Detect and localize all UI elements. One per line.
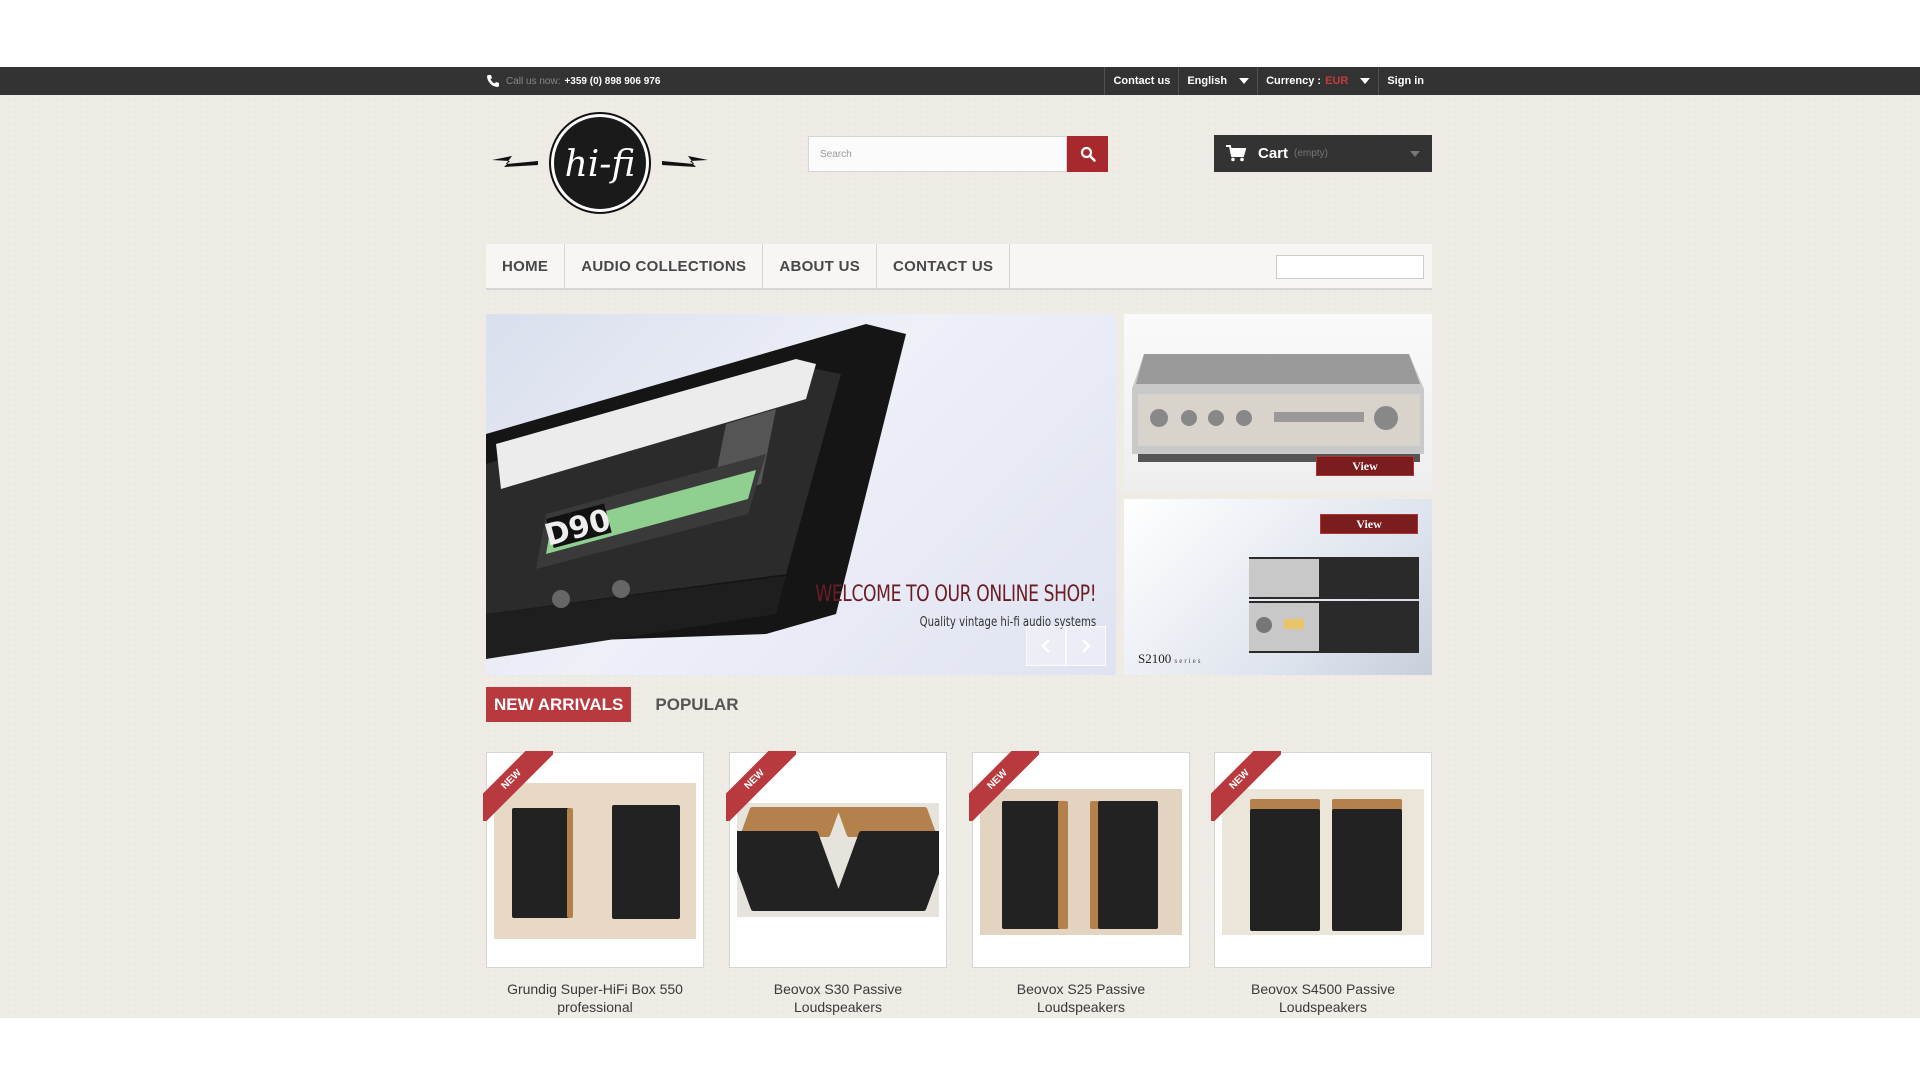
banner-s2100[interactable]: View S2100 series: [1124, 499, 1432, 675]
slider-prev-button[interactable]: [1026, 626, 1066, 666]
new-badge: NEW: [1211, 751, 1281, 821]
banner-amplifier[interactable]: View: [1124, 314, 1432, 491]
product-card[interactable]: NEW Beovox S4500 Passive Loudspeakers: [1211, 751, 1432, 1016]
language-label: English: [1187, 75, 1228, 87]
product-card[interactable]: NEW Grundig Super-HiFi Box 550 professio…: [483, 751, 704, 1016]
product-name[interactable]: Beovox S25 Passive Loudspeakers: [972, 980, 1190, 1016]
tab-popular[interactable]: POPULAR: [631, 687, 738, 722]
call-us: Call us now: +359 (0) 898 906 976: [486, 67, 660, 95]
new-badge: NEW: [726, 751, 796, 821]
search-input[interactable]: Search: [808, 136, 1067, 172]
site-logo[interactable]: hi-fi: [490, 110, 710, 220]
logo-graphic: hi-fi: [492, 112, 708, 214]
currency-label: Currency :: [1266, 75, 1322, 87]
cart-status: (empty): [1294, 148, 1328, 159]
tab-new-arrivals[interactable]: NEW ARRIVALS: [486, 687, 632, 722]
product-card[interactable]: NEW Beovox S30 Passive Loudspeakers: [726, 751, 947, 1016]
slider-next-button[interactable]: [1066, 626, 1106, 666]
slide-title: WELCOME TO OUR ONLINE SHOP!: [815, 582, 1096, 607]
sign-in-link[interactable]: Sign in: [1378, 67, 1432, 95]
home-slider[interactable]: D90 WELCOME TO OUR ONLINE SHOP! Quality …: [486, 314, 1116, 675]
chevron-down-icon: [1239, 78, 1250, 84]
product-image-box[interactable]: NEW: [969, 751, 1190, 968]
search-bar: Search: [808, 136, 1108, 172]
menu-search-input[interactable]: [1276, 255, 1424, 279]
cart-icon: [1226, 145, 1246, 162]
product-name[interactable]: Grundig Super-HiFi Box 550 professional: [486, 980, 704, 1016]
banner-caption: S2100 series: [1138, 651, 1202, 667]
menu-item-contact-us[interactable]: CONTACT US: [877, 244, 1011, 288]
contact-us-link[interactable]: Contact us: [1104, 67, 1178, 95]
banner-caption-suffix: series: [1174, 657, 1203, 665]
call-label: Call us now:: [506, 75, 561, 87]
search-icon: [1080, 146, 1096, 162]
product-list: NEW Grundig Super-HiFi Box 550 professio…: [483, 751, 1432, 1018]
product-image-box[interactable]: NEW: [726, 751, 947, 968]
new-badge: NEW: [969, 751, 1039, 821]
menu-item-audio-collections[interactable]: AUDIO COLLECTIONS: [565, 244, 764, 288]
top-bar: Call us now: +359 (0) 898 906 976 Contac…: [0, 67, 1920, 95]
product-image-box[interactable]: NEW: [483, 751, 704, 968]
currency-value: EUR: [1325, 75, 1349, 87]
cart-button[interactable]: Cart (empty): [1214, 135, 1432, 172]
chevron-right-icon: [1082, 639, 1091, 653]
product-card[interactable]: NEW Beovox S25 Passive Loudspeakers: [969, 751, 1190, 1016]
product-name[interactable]: Beovox S4500 Passive Loudspeakers: [1214, 980, 1432, 1016]
product-image-box[interactable]: NEW: [1211, 751, 1432, 968]
phone-number[interactable]: +359 (0) 898 906 976: [564, 76, 660, 87]
logo-text: hi-fi: [565, 144, 636, 185]
view-button[interactable]: View: [1320, 514, 1418, 534]
banner-caption-model: S2100: [1138, 651, 1172, 666]
phone-icon: [487, 75, 499, 87]
cart-label: Cart: [1258, 145, 1289, 162]
new-badge: NEW: [483, 751, 553, 821]
menu-item-home[interactable]: HOME: [486, 244, 566, 288]
chevron-down-icon: [1410, 151, 1420, 157]
language-selector[interactable]: English: [1178, 67, 1257, 95]
product-name[interactable]: Beovox S30 Passive Loudspeakers: [729, 980, 947, 1016]
chevron-left-icon: [1041, 639, 1050, 653]
chevron-down-icon: [1360, 78, 1371, 84]
currency-selector[interactable]: Currency : EUR: [1257, 67, 1378, 95]
menu-item-about-us[interactable]: ABOUT US: [763, 244, 878, 288]
view-button[interactable]: View: [1316, 456, 1414, 476]
product-tabs: NEW ARRIVALS POPULAR: [486, 687, 739, 722]
main-menu: HOME AUDIO COLLECTIONS ABOUT US CONTACT …: [486, 244, 1432, 290]
search-button[interactable]: [1067, 136, 1108, 172]
